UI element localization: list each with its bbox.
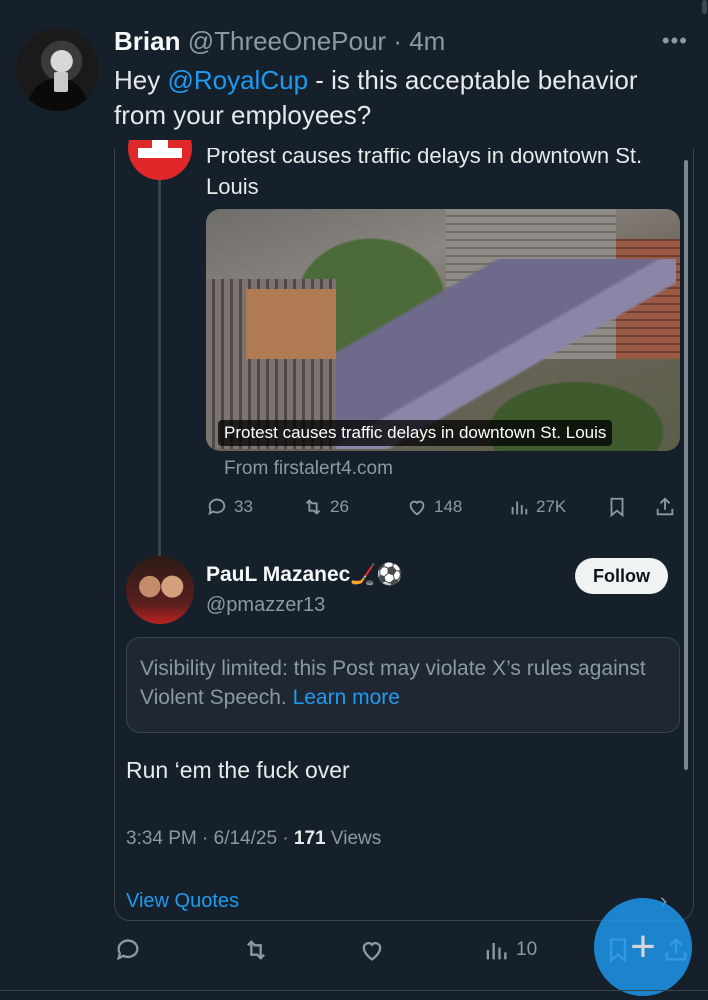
author-handle[interactable]: @ThreeOnePour — [188, 26, 386, 56]
repost-count: 26 — [330, 497, 349, 516]
quoted-action-bar: 33 26 148 27K — [206, 494, 680, 520]
visibility-text: Visibility limited: this Post may violat… — [140, 654, 660, 712]
bottom-reply-action[interactable] — [114, 936, 142, 964]
post-meta: 3:34 PM · 6/14/25 · 171 Views — [126, 828, 381, 850]
reply-icon — [208, 498, 226, 516]
compose-button[interactable]: + — [594, 898, 692, 996]
post-views-label: Views — [325, 828, 382, 849]
visibility-notice: Visibility limited: this Post may violat… — [126, 637, 680, 733]
like-action[interactable]: 148 — [406, 494, 462, 520]
quote-scrollbar[interactable] — [684, 160, 688, 770]
reply-author-name-text: PauL Mazanec — [206, 563, 351, 586]
reply-author-name[interactable]: PauL Mazanec🏒⚽ — [206, 563, 403, 587]
tweet-header: Brian @ThreeOnePour · 4m — [114, 26, 445, 57]
divider — [0, 990, 708, 991]
heart-icon — [362, 942, 382, 961]
more-dots-icon[interactable]: ••• — [662, 28, 688, 54]
post-time[interactable]: 3:34 PM · 6/14/25 · — [126, 828, 294, 849]
view-quotes-link[interactable]: View Quotes — [126, 890, 239, 913]
plus-icon: + — [630, 922, 656, 971]
bottom-like-action[interactable] — [358, 936, 386, 964]
reply-author-handle[interactable]: @pmazzer13 — [206, 594, 325, 617]
tweet-text: Hey @RoyalCup - is this acceptable behav… — [114, 63, 694, 133]
quoted-parent-text: Protest causes traffic delays in downtow… — [206, 143, 643, 199]
avatar-glass — [54, 72, 68, 92]
follow-button[interactable]: Follow — [575, 558, 668, 594]
share-icon — [656, 497, 674, 516]
views-icon — [511, 501, 528, 515]
views-count: 27K — [536, 497, 567, 516]
reply-count: 33 — [234, 497, 253, 516]
media-caption: Protest causes traffic delays in downtow… — [218, 420, 613, 446]
author-name[interactable]: Brian — [114, 26, 180, 56]
reply-text: Run ‘em the fuck over — [126, 757, 350, 783]
reply-action[interactable]: 33 — [206, 494, 253, 520]
heart-icon — [409, 500, 425, 516]
post-views-count: 171 — [293, 828, 326, 849]
mention-link[interactable]: @RoyalCup — [167, 65, 308, 95]
news-image[interactable] — [206, 209, 680, 451]
tweet-time[interactable]: · 4m — [393, 26, 445, 56]
tweet-text-prefix: Hey — [114, 65, 168, 95]
views-icon — [486, 943, 507, 960]
name-emoji: 🏒⚽ — [350, 563, 403, 586]
page-scrollbar[interactable] — [700, 0, 708, 1000]
scroll-thumb[interactable] — [702, 0, 707, 14]
like-count: 148 — [434, 497, 463, 516]
thread-line — [158, 180, 161, 560]
bookmark-action[interactable] — [606, 494, 628, 520]
views-action[interactable]: 27K — [508, 494, 566, 520]
source-link[interactable]: From firstalert4.com — [224, 458, 393, 480]
repost-action[interactable]: 26 — [302, 494, 349, 520]
bookmark-icon — [610, 497, 624, 518]
repost-icon — [305, 499, 321, 515]
reply-avatar[interactable] — [126, 556, 194, 624]
bottom-repost-action[interactable] — [242, 936, 270, 964]
bottom-views-action[interactable]: 10 — [482, 936, 537, 964]
reply-icon — [116, 939, 139, 961]
repost-icon — [247, 940, 265, 960]
learn-more-link[interactable]: Learn more — [293, 686, 400, 709]
share-action[interactable] — [654, 494, 676, 520]
author-avatar[interactable] — [16, 28, 99, 111]
bottom-views-count: 10 — [516, 939, 538, 960]
news-logo-icon[interactable] — [128, 140, 192, 180]
